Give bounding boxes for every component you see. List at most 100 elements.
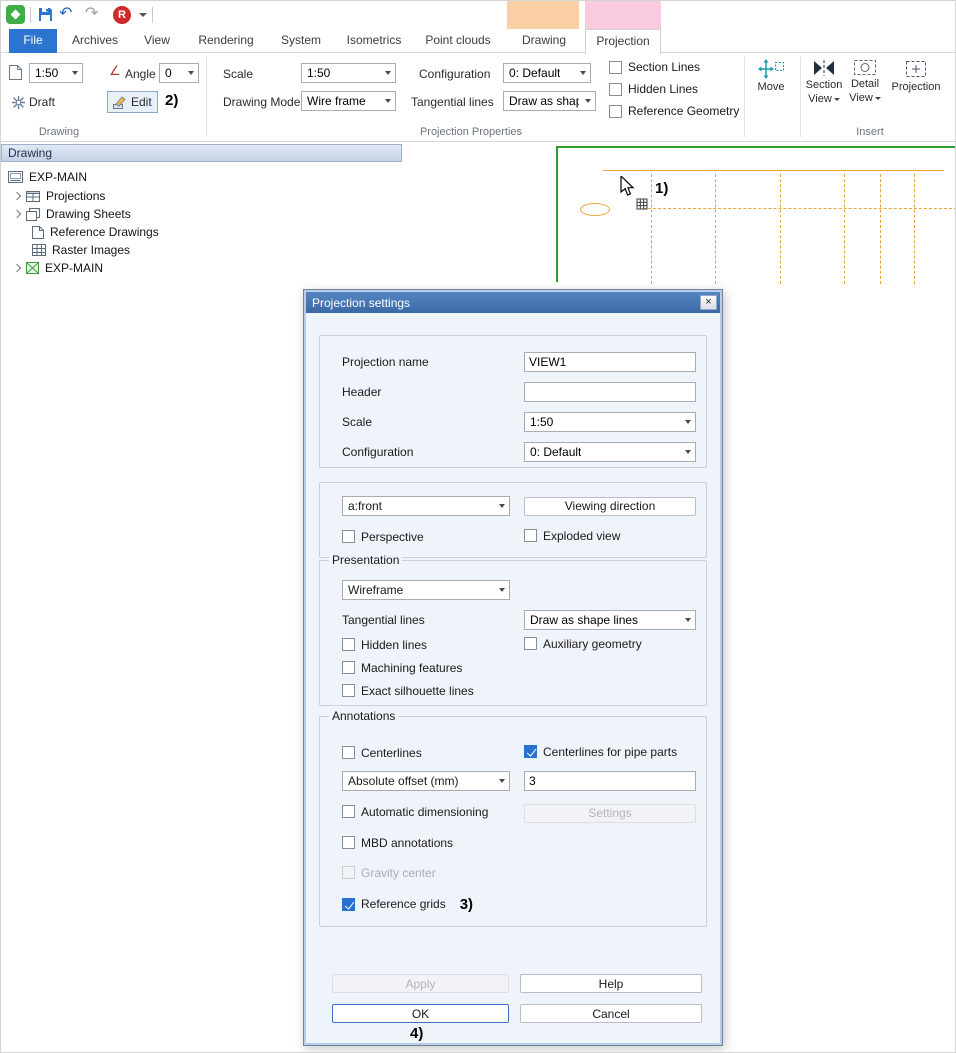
apply-button[interactable]: Apply xyxy=(332,974,509,993)
tab-drawing[interactable]: Drawing xyxy=(513,29,575,53)
scale-select[interactable]: 1:50 xyxy=(524,412,696,432)
configuration-select[interactable]: 0: Default xyxy=(524,442,696,462)
drawing-canvas[interactable]: 1) xyxy=(556,146,956,282)
viewing-direction-button[interactable]: Viewing direction xyxy=(524,497,696,516)
checkbox-icon xyxy=(342,638,355,651)
sheet-scale-select[interactable]: 1:50 xyxy=(29,63,83,83)
automatic-dimensioning-checkbox[interactable]: Automatic dimensioning xyxy=(342,805,488,819)
view-direction-select[interactable]: a:front xyxy=(342,496,510,516)
offset-value-input[interactable]: 3 xyxy=(524,771,696,791)
header-input[interactable] xyxy=(524,382,696,402)
chevron-down-icon xyxy=(385,99,391,103)
mbd-row: MBD annotations xyxy=(342,834,524,854)
centerlines-checkbox[interactable]: Centerlines xyxy=(342,746,422,760)
tree-item-drawing-sheets[interactable]: Drawing Sheets xyxy=(14,205,131,223)
checkbox-icon xyxy=(342,898,355,911)
auxiliary-geometry-checkbox[interactable]: Auxiliary geometry xyxy=(524,637,642,651)
chevron-down-icon xyxy=(499,588,505,592)
reference-grids-checkbox[interactable]: Reference grids xyxy=(342,897,446,911)
hidden-lines-checkbox[interactable]: Hidden lines xyxy=(342,638,427,652)
angle-input[interactable]: 0 xyxy=(159,63,199,83)
projection-button[interactable]: Projection xyxy=(887,59,945,93)
chevron-down-icon xyxy=(834,98,840,101)
r-badge-icon[interactable]: R xyxy=(113,6,131,24)
tab-archives[interactable]: Archives xyxy=(67,29,123,53)
expand-chevron-icon[interactable] xyxy=(13,192,21,200)
scale-select[interactable]: 1:50 xyxy=(301,63,396,83)
group-label-insert: Insert xyxy=(841,126,899,138)
tree-item-exp-main-model[interactable]: EXP-MAIN xyxy=(14,259,103,277)
cursor-icon xyxy=(620,176,635,197)
drawing-mode-select[interactable]: Wire frame xyxy=(301,91,396,111)
ok-button[interactable]: OK xyxy=(332,1004,509,1023)
reference-geometry-checkbox[interactable]: Reference Geometry xyxy=(609,104,739,118)
redo-icon[interactable] xyxy=(85,3,98,25)
ribbon: 1:50 Angle 0 Draft Edit 2) Drawing Scale… xyxy=(1,53,956,142)
expand-chevron-icon[interactable] xyxy=(13,264,21,272)
presentation-mode-select[interactable]: Wireframe xyxy=(342,580,510,600)
tangential-lines-select[interactable]: Draw as shape lines xyxy=(524,610,696,630)
tab-projection[interactable]: Projection xyxy=(585,29,661,54)
tree-item-projections[interactable]: Projections xyxy=(14,187,105,205)
tree-item-exp-main[interactable]: EXP-MAIN xyxy=(8,168,87,186)
toolbar-options-chevron-icon[interactable] xyxy=(139,13,147,17)
perspective-checkbox[interactable]: Perspective xyxy=(342,530,424,544)
silhouette-row: Exact silhouette lines xyxy=(342,682,524,702)
tab-file[interactable]: File xyxy=(9,29,57,53)
close-icon[interactable] xyxy=(700,295,717,310)
sheets-icon xyxy=(26,208,40,221)
undo-icon[interactable] xyxy=(59,3,72,25)
separator xyxy=(30,7,31,23)
application-window: R File Archives View Rendering System Is… xyxy=(0,0,956,1053)
section-lines-checkbox[interactable]: Section Lines xyxy=(609,60,700,74)
edit-pencil-icon xyxy=(113,96,127,109)
drawing-mode-label: Drawing Mode xyxy=(223,95,300,109)
dialog-title-bar[interactable]: Projection settings xyxy=(306,292,720,313)
tree-item-raster-images[interactable]: Raster Images xyxy=(32,241,130,259)
tab-system[interactable]: System xyxy=(273,29,329,53)
app-logo-icon[interactable] xyxy=(6,5,25,24)
tab-view[interactable]: View xyxy=(135,29,179,53)
chevron-down-icon xyxy=(685,618,691,622)
move-button[interactable]: Move xyxy=(749,59,793,93)
ribbon-tab-bar: File Archives View Rendering System Isom… xyxy=(1,29,956,53)
tab-point-clouds[interactable]: Point clouds xyxy=(421,29,495,53)
projection-name-row: Projection name VIEW1 xyxy=(342,352,696,372)
reference-grids-row: Reference grids 3) xyxy=(342,894,473,914)
chevron-down-icon xyxy=(580,71,586,75)
gravity-center-checkbox: Gravity center xyxy=(342,866,436,880)
offset-mode-select[interactable]: Absolute offset (mm) xyxy=(342,771,510,791)
chevron-down-icon xyxy=(875,97,881,100)
settings-button[interactable]: Settings xyxy=(524,804,696,823)
section-view-button[interactable]: Section View xyxy=(803,59,845,105)
expand-chevron-icon[interactable] xyxy=(13,210,21,218)
tab-rendering[interactable]: Rendering xyxy=(193,29,259,53)
checkbox-icon xyxy=(342,684,355,697)
view-direction-row: a:front Viewing direction xyxy=(342,496,696,516)
machining-features-checkbox[interactable]: Machining features xyxy=(342,661,462,675)
edit-button[interactable]: Edit xyxy=(107,91,158,113)
angle-icon xyxy=(109,63,121,79)
model-icon xyxy=(26,262,39,274)
section-view-icon xyxy=(812,59,836,77)
centerlines-pipe-checkbox[interactable]: Centerlines for pipe parts xyxy=(524,745,677,759)
mbd-annotations-checkbox[interactable]: MBD annotations xyxy=(342,836,453,850)
projection-name-input[interactable]: VIEW1 xyxy=(524,352,696,372)
machining-features-row: Machining features xyxy=(342,659,524,679)
draft-button[interactable]: Draft xyxy=(7,91,60,113)
chevron-down-icon xyxy=(585,99,591,103)
cancel-button[interactable]: Cancel xyxy=(520,1004,702,1023)
detail-view-button[interactable]: Detail View xyxy=(845,59,885,104)
exact-silhouette-checkbox[interactable]: Exact silhouette lines xyxy=(342,684,474,698)
hidden-lines-checkbox[interactable]: Hidden Lines xyxy=(609,82,698,96)
tree-item-reference-drawings[interactable]: Reference Drawings xyxy=(32,223,159,241)
tab-isometrics[interactable]: Isometrics xyxy=(341,29,407,53)
move-icon xyxy=(758,59,784,79)
exploded-view-checkbox[interactable]: Exploded view xyxy=(524,529,620,543)
checkbox-icon xyxy=(342,661,355,674)
help-button[interactable]: Help xyxy=(520,974,702,993)
tangential-lines-select[interactable]: Draw as shape xyxy=(503,91,596,111)
save-icon[interactable] xyxy=(38,7,53,22)
configuration-select[interactable]: 0: Default xyxy=(503,63,591,83)
group-label-drawing: Drawing xyxy=(17,126,101,138)
